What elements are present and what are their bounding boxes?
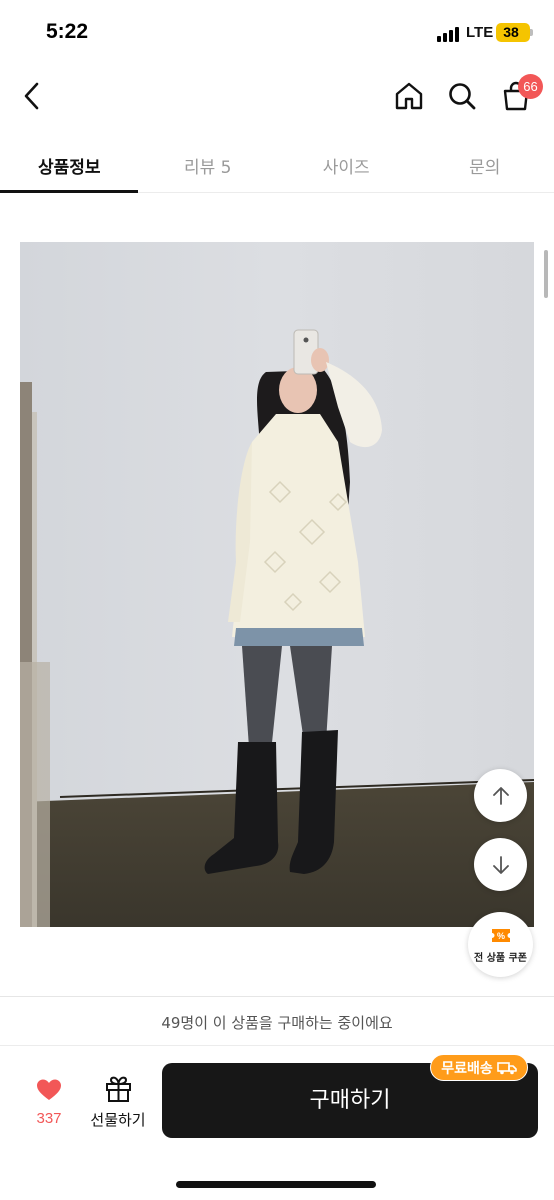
- all-products-coupon-button[interactable]: % 전 상품 쿠폰: [468, 912, 533, 977]
- coupon-icon: %: [492, 929, 510, 942]
- tab-size[interactable]: 사이즈: [277, 138, 416, 192]
- tab-product-info[interactable]: 상품정보: [0, 138, 139, 193]
- cart-count-badge: 66: [518, 74, 543, 99]
- home-button[interactable]: [389, 76, 429, 116]
- product-photo: [20, 242, 534, 927]
- top-nav: [0, 62, 554, 132]
- search-button[interactable]: [442, 76, 482, 116]
- tab-inquiry[interactable]: 문의: [416, 138, 554, 192]
- truck-icon: [496, 1061, 517, 1074]
- scroll-up-button[interactable]: [474, 769, 527, 822]
- buyers-notice: 49명이 이 상품을 구매하는 중이에요: [0, 1000, 554, 1046]
- arrow-up-icon: [492, 786, 509, 805]
- product-photo-illustration: [20, 242, 534, 927]
- divider: [0, 996, 554, 997]
- tab-reviews[interactable]: 리뷰 5: [139, 138, 278, 192]
- svg-text:%: %: [497, 931, 505, 941]
- status-bar: 5:22 LTE 38: [0, 0, 554, 62]
- scrollbar[interactable]: [544, 250, 548, 298]
- scroll-down-button[interactable]: [474, 838, 527, 891]
- battery-icon: 38: [496, 23, 530, 42]
- battery-level: 38: [503, 24, 519, 40]
- gift-icon: [106, 1076, 131, 1102]
- status-time: 5:22: [46, 20, 89, 43]
- free-shipping-label: 무료배송: [441, 1060, 493, 1077]
- arrow-down-icon: [492, 855, 509, 874]
- product-tabs: 상품정보 리뷰 5 사이즈 문의: [0, 138, 554, 193]
- network-label: LTE: [466, 24, 494, 41]
- heart-icon: [37, 1079, 61, 1100]
- battery-cap: [530, 29, 533, 36]
- chevron-left-icon: [24, 82, 39, 110]
- coupon-label: 전 상품 쿠폰: [474, 953, 527, 964]
- like-button[interactable]: 337: [22, 1072, 76, 1132]
- like-count: 337: [36, 1110, 62, 1127]
- signal-icon: [437, 27, 459, 42]
- home-icon: [395, 82, 423, 110]
- search-icon: [449, 83, 476, 110]
- back-button[interactable]: [12, 76, 52, 116]
- free-shipping-badge: 무료배송: [430, 1054, 528, 1081]
- gift-label: 선물하기: [90, 1111, 146, 1129]
- gift-button[interactable]: 선물하기: [86, 1072, 150, 1132]
- home-indicator[interactable]: [176, 1181, 376, 1188]
